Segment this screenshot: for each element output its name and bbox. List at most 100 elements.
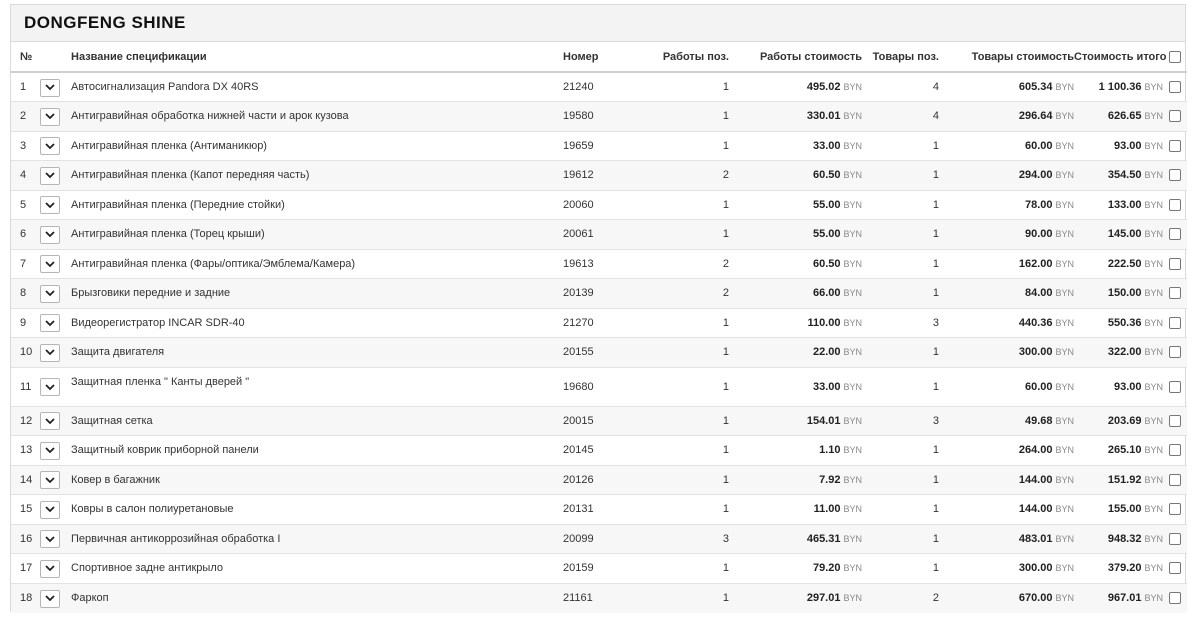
table-row[interactable]: 18 Фаркоп 21161 1 297.01 BYN 2 670.00 BYN …: [11, 583, 1187, 613]
row-checkbox[interactable]: [1169, 592, 1181, 605]
row-expand-button[interactable]: [40, 471, 60, 490]
row-checkbox[interactable]: [1169, 532, 1181, 545]
table-row[interactable]: 12 Защитная сетка 20015 1 154.01 BYN 3 49…: [11, 406, 1187, 436]
goods-count: 1: [862, 524, 939, 554]
goods-count: 1: [862, 278, 939, 309]
row-number: 7: [11, 249, 40, 279]
table-row[interactable]: 17 Спортивное задне антикрыло 20159 1 79…: [11, 553, 1187, 584]
goods-count: 1: [862, 465, 939, 495]
select-all-checkbox[interactable]: [1169, 50, 1181, 63]
chevron-down-icon: [45, 231, 55, 238]
table-row[interactable]: 16 Первичная антикоррозийная обработка І…: [11, 524, 1187, 554]
row-checkbox[interactable]: [1169, 380, 1181, 393]
row-expand-button[interactable]: [40, 412, 60, 431]
col-header-number[interactable]: Номер: [563, 42, 611, 73]
goods-count: 1: [862, 553, 939, 584]
row-checkbox[interactable]: [1169, 287, 1181, 300]
row-checkbox[interactable]: [1169, 503, 1181, 516]
col-header-select-all: [1163, 42, 1187, 73]
row-number: 18: [20, 592, 33, 604]
chevron-down-icon: [45, 418, 55, 425]
table-row[interactable]: 5 Антигравийная пленка (Передние стойки)…: [11, 190, 1187, 220]
row-checkbox[interactable]: [1169, 169, 1181, 182]
col-header-name[interactable]: Название спецификации: [71, 42, 563, 73]
row-checkbox[interactable]: [1169, 198, 1181, 211]
row-expand-button[interactable]: [40, 441, 60, 460]
row-checkbox[interactable]: [1169, 473, 1181, 486]
spec-number: 19680: [563, 367, 611, 407]
goods-cost: 296.64: [1018, 110, 1053, 123]
table-row[interactable]: 10 Защита двигателя 20155 1 22.00 BYN 1 3…: [11, 337, 1187, 368]
col-header-total[interactable]: Стоимость итого: [1074, 42, 1166, 73]
currency-label: BYN: [1055, 199, 1074, 210]
row-checkbox[interactable]: [1169, 316, 1181, 329]
row-checkbox[interactable]: [1169, 257, 1181, 270]
total-cost: 948.32: [1107, 532, 1142, 545]
table-row[interactable]: 13 Защитный коврик приборной панели 2014…: [11, 435, 1187, 466]
row-checkbox[interactable]: [1169, 346, 1181, 359]
spec-name: Защитная сетка: [71, 414, 153, 427]
col-header-goods-count[interactable]: Товары поз.: [862, 42, 939, 73]
row-checkbox[interactable]: [1169, 562, 1181, 575]
row-expand-button[interactable]: [40, 559, 60, 578]
row-expand-button[interactable]: [40, 196, 60, 215]
row-number: 15: [11, 494, 40, 525]
row-checkbox[interactable]: [1169, 139, 1181, 152]
col-header-works-count[interactable]: Работы поз.: [611, 42, 729, 73]
row-checkbox[interactable]: [1169, 414, 1181, 427]
currency-label: BYN: [1144, 258, 1163, 269]
chevron-down-icon: [45, 143, 55, 150]
row-expand-button[interactable]: [40, 225, 60, 244]
col-header-goods-cost[interactable]: Товары стоимость: [939, 42, 1074, 73]
goods-count: 1: [862, 249, 939, 279]
currency-label: BYN: [843, 199, 862, 210]
col-header-dropdown: [40, 42, 71, 73]
row-expand-button[interactable]: [40, 78, 60, 97]
spec-number: 19612: [563, 160, 611, 191]
row-expand-button[interactable]: [40, 378, 60, 396]
currency-label: BYN: [843, 474, 862, 485]
row-checkbox[interactable]: [1169, 228, 1181, 241]
table-row[interactable]: 3 Антигравийная пленка (Антиманикюр) 196…: [11, 131, 1187, 161]
goods-cost: 78.00: [1024, 198, 1053, 211]
col-header-works-cost[interactable]: Работы стоимость: [729, 42, 862, 73]
row-expand-button[interactable]: [40, 314, 60, 333]
currency-label: BYN: [843, 258, 862, 269]
spec-number: 21270: [563, 308, 611, 338]
works-count: 3: [611, 524, 729, 554]
row-expand-button[interactable]: [40, 166, 60, 185]
table-row[interactable]: 1 Автосигнализация Pandora DX 40RS 21240…: [11, 72, 1187, 102]
goods-count: 1: [862, 367, 939, 407]
row-expand-button[interactable]: [40, 589, 60, 608]
table-row[interactable]: 9 Видеорегистратор INCAR SDR-40 21270 1 …: [11, 308, 1187, 338]
table-row[interactable]: 7 Антигравийная пленка (Фары/оптика/Эмбл…: [11, 249, 1187, 279]
row-checkbox[interactable]: [1169, 81, 1181, 94]
works-count: 1: [611, 406, 729, 436]
currency-label: BYN: [843, 317, 862, 328]
row-number: 10: [11, 337, 40, 368]
goods-cost: 294.00: [1018, 169, 1053, 182]
currency-label: BYN: [1055, 415, 1074, 426]
table-row[interactable]: 6 Антигравийная пленка (Торец крыши) 200…: [11, 219, 1187, 250]
table-row[interactable]: 11 Защитная пленка " Канты дверей " 1968…: [11, 367, 1187, 407]
row-expand-button[interactable]: [40, 137, 60, 156]
table-body: 1 Автосигнализация Pandora DX 40RS 21240…: [11, 72, 1187, 613]
table-row[interactable]: 15 Ковры в салон полиуретановые 20131 1 …: [11, 494, 1187, 525]
table-row[interactable]: 2 Антигравийная обработка нижней части и…: [11, 101, 1187, 132]
row-expand-button[interactable]: [40, 500, 60, 519]
row-expand-button[interactable]: [40, 284, 60, 303]
goods-count: 1: [862, 337, 939, 368]
spec-name: Антигравийная пленка (Антиманикюр): [71, 139, 267, 152]
row-expand-button[interactable]: [40, 107, 60, 126]
table-row[interactable]: 8 Брызговики передние и задние 20139 2 6…: [11, 278, 1187, 309]
row-expand-button[interactable]: [40, 255, 60, 274]
row-checkbox[interactable]: [1169, 110, 1181, 123]
table-row[interactable]: 14 Ковер в багажник 20126 1 7.92 BYN 1 14…: [11, 465, 1187, 495]
chevron-down-icon: [45, 113, 55, 120]
row-expand-button[interactable]: [40, 343, 60, 362]
table-row[interactable]: 4 Антигравийная пленка (Капот передняя ч…: [11, 160, 1187, 191]
row-expand-button[interactable]: [40, 530, 60, 549]
row-checkbox[interactable]: [1169, 444, 1181, 457]
spec-name: Антигравийная пленка (Торец крыши): [71, 228, 265, 241]
currency-label: BYN: [1055, 593, 1074, 603]
